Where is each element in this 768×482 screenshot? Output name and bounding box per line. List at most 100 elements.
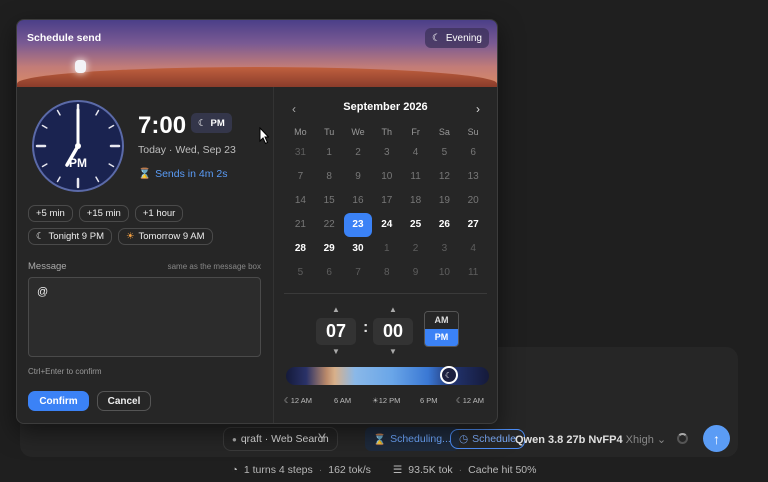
calendar-day[interactable]: 28: [286, 237, 315, 261]
calendar-day[interactable]: 4: [401, 141, 430, 165]
slider-thumb[interactable]: ☾: [439, 366, 458, 384]
countdown: ⌛ Sends in 4m 2s: [138, 167, 227, 181]
branch-icon[interactable]: Y: [318, 431, 326, 445]
minute-up-icon[interactable]: ▲: [389, 305, 397, 314]
minute-field[interactable]: 00: [373, 318, 413, 345]
calendar-day[interactable]: 31: [286, 141, 315, 165]
calendar-day[interactable]: 5: [286, 261, 315, 285]
confirm-button[interactable]: Confirm: [28, 391, 89, 411]
token-count: 93.5K tok: [408, 464, 453, 476]
calendar-day[interactable]: 19: [430, 189, 459, 213]
weekday-label: We: [351, 127, 365, 137]
period-toggle[interactable]: ☾ PM: [191, 113, 232, 133]
plus-5-min-button[interactable]: +5 min: [28, 205, 73, 222]
hour-field[interactable]: 07: [316, 318, 356, 345]
minute-down-icon[interactable]: ▼: [389, 347, 397, 356]
calendar-day[interactable]: 21: [286, 213, 315, 237]
calendar-day[interactable]: 3: [430, 237, 459, 261]
calendar-day[interactable]: 29: [315, 237, 344, 261]
hour-up-icon[interactable]: ▲: [332, 305, 340, 314]
calendar-day[interactable]: 1: [372, 237, 401, 261]
calendar-day[interactable]: 11: [459, 261, 488, 285]
label-text: 12 AM: [290, 396, 312, 405]
calendar-day[interactable]: 5: [430, 141, 459, 165]
calendar-day[interactable]: 8: [315, 165, 344, 189]
quick-offsets: +5 min +15 min +1 hour: [28, 205, 184, 222]
composer-toolbar: ● qraft · Web Search Y ⌛ Scheduling... ◷…: [20, 425, 738, 453]
weekday-label: Tu: [324, 127, 335, 137]
calendar-day[interactable]: 10: [372, 165, 401, 189]
calendar-day[interactable]: 2: [344, 141, 373, 165]
model-effort: Xhigh: [625, 434, 654, 446]
calendar-day[interactable]: 2: [401, 237, 430, 261]
day-time-slider[interactable]: ☾: [286, 366, 489, 385]
moon-icon: ☾: [431, 32, 441, 44]
selected-date: Today · Wed, Sep 23: [138, 144, 236, 156]
weekday-label: Su: [467, 127, 479, 137]
label-text: 6 PM: [420, 396, 438, 405]
schedule-button[interactable]: ◷ Schedule: [450, 429, 525, 449]
tomorrow-button[interactable]: ☀ Tomorrow 9 AM: [117, 228, 213, 245]
analog-clock[interactable]: PM: [31, 99, 125, 193]
calendar-day[interactable]: 16: [344, 189, 373, 213]
arrow-up-icon: ↑: [713, 430, 720, 447]
calendar-day[interactable]: 24: [372, 213, 401, 237]
calendar-day[interactable]: 20: [459, 189, 488, 213]
calendar-day[interactable]: 30: [344, 237, 373, 261]
calendar-day[interactable]: 14: [286, 189, 315, 213]
calendar-day[interactable]: 6: [459, 141, 488, 165]
quick-presets: ☾ Tonight 9 PM ☀ Tomorrow 9 AM: [28, 228, 213, 245]
slider-label-midnight: ☾ 12 AM: [284, 396, 312, 405]
calendar-day[interactable]: 3: [372, 141, 401, 165]
calendar-day[interactable]: 23: [343, 213, 373, 237]
hour-down-icon[interactable]: ▼: [332, 347, 340, 356]
calendar-day[interactable]: 11: [401, 165, 430, 189]
scheduling-status: ⌛ Scheduling...: [365, 427, 459, 451]
calendar-day[interactable]: 13: [459, 165, 488, 189]
pm-option[interactable]: PM: [425, 329, 458, 346]
am-option[interactable]: AM: [425, 312, 458, 329]
weekday-header: Mo Tu We Th Fr Sa Su: [286, 123, 488, 141]
calendar-day[interactable]: 15: [315, 189, 344, 213]
calendar-day[interactable]: 6: [315, 261, 344, 285]
calendar-day[interactable]: 18: [401, 189, 430, 213]
calendar-day[interactable]: 8: [372, 261, 401, 285]
chevron-right-icon[interactable]: ›: [476, 102, 480, 116]
calendar-day[interactable]: 27: [459, 213, 488, 237]
calendar-day[interactable]: 22: [315, 213, 344, 237]
calendar-day[interactable]: 4: [459, 237, 488, 261]
plus-15-label: +15 min: [86, 208, 121, 219]
chevron-left-icon[interactable]: ‹: [292, 102, 296, 116]
turns-count: 1 turns 4 steps: [243, 464, 313, 476]
calendar-week: 31 1 2 3 4 5 6: [286, 141, 488, 165]
sun-icon: ☀: [125, 231, 135, 242]
plus-1-hour-button[interactable]: +1 hour: [134, 205, 184, 222]
weekday-label: Th: [381, 127, 393, 137]
confirm-shortcut-hint: Ctrl+Enter to confirm: [28, 367, 102, 376]
am-pm-switch: AM PM: [424, 311, 459, 347]
calendar-day[interactable]: 17: [372, 189, 401, 213]
clock-period: PM: [69, 156, 87, 170]
calendar-day[interactable]: 1: [315, 141, 344, 165]
calendar-day[interactable]: 9: [344, 165, 373, 189]
message-input[interactable]: @: [28, 277, 261, 357]
calendar-day[interactable]: 26: [430, 213, 459, 237]
mouse-cursor-icon: [259, 127, 269, 145]
model-selector[interactable]: Qwen 3.8 27b NvFP4 Xhigh ⌄: [515, 433, 666, 446]
period-label: PM: [210, 117, 225, 129]
tonight-button[interactable]: ☾ Tonight 9 PM: [28, 228, 112, 245]
calendar-day[interactable]: 7: [344, 261, 373, 285]
calendar-day[interactable]: 25: [401, 213, 430, 237]
calendar-day[interactable]: 9: [401, 261, 430, 285]
calendar-day[interactable]: 10: [430, 261, 459, 285]
plus-15-min-button[interactable]: +15 min: [78, 205, 129, 222]
calendar-day[interactable]: 7: [286, 165, 315, 189]
hourglass-icon: ⌛: [138, 168, 152, 180]
send-button[interactable]: ↑: [703, 425, 730, 452]
cancel-button[interactable]: Cancel: [97, 391, 151, 411]
calendar-week: 7 8 9 10 11 12 13: [286, 165, 488, 189]
calendar-day[interactable]: 12: [430, 165, 459, 189]
plus-1h-label: +1 hour: [142, 208, 176, 219]
evening-banner: Schedule send ☾ Evening: [17, 20, 497, 87]
status-bar: ◔ 1 turns 4 steps · 162 tok/s ☰ 93.5K to…: [231, 464, 537, 476]
